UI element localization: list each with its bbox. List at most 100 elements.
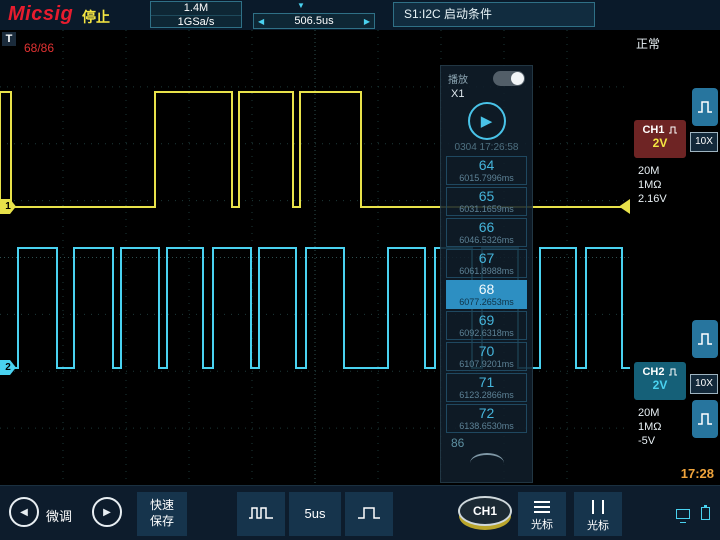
ch1-probe-button[interactable]: 10X <box>690 132 718 152</box>
ch2-pulse-button-bottom[interactable] <box>692 400 718 438</box>
pulse-icon <box>695 410 715 428</box>
play-icon: ▶ <box>481 113 493 130</box>
cursor-label: 光标 <box>518 516 566 532</box>
cursor-label: 光标 <box>574 517 622 533</box>
next-icon: ▶ <box>103 507 111 518</box>
segment-list-item[interactable]: 65 6031.1659ms <box>446 187 527 216</box>
ch1-impedance: 1MΩ <box>638 178 667 192</box>
wave-icon <box>668 126 678 134</box>
time-offset-value: 506.5us <box>294 15 333 27</box>
vertical-cursor-button[interactable]: 光标 <box>574 492 622 536</box>
top-bar: Micsig 停止 1.4M 1GSa/s ▼ ◀ 506.5us ▶ S1:I… <box>0 0 720 30</box>
trigger-position-icon[interactable]: ▼ <box>297 1 305 10</box>
next-button[interactable]: ▶ <box>92 497 122 527</box>
segment-number: 70 <box>447 344 526 359</box>
ch1-badge[interactable]: CH1 2V <box>634 120 686 158</box>
waveform-canvas <box>0 30 630 485</box>
ch1-bandwidth: 20M <box>638 164 667 178</box>
segment-time: 6015.7996ms <box>447 173 526 183</box>
segment-number: 68 <box>447 282 526 297</box>
collapse-handle-icon[interactable] <box>470 453 504 463</box>
segment-number: 71 <box>447 375 526 390</box>
segment-list-item[interactable]: 71 6123.2866ms <box>446 373 527 402</box>
battery-icon <box>701 507 710 520</box>
segment-number: 66 <box>447 220 526 235</box>
zoom-out-timebase-button[interactable] <box>237 492 285 536</box>
segment-list-item[interactable]: 69 6092.6318ms <box>446 311 527 340</box>
segment-list-item[interactable]: 70 6107.9201ms <box>446 342 527 371</box>
ch2-pulse-button-top[interactable] <box>692 320 718 358</box>
playback-speed[interactable]: X1 <box>441 88 532 100</box>
offset-right-icon[interactable]: ▶ <box>364 17 370 26</box>
ch2-scale: 2V <box>634 378 686 392</box>
bottom-toolbar: ◀ 微调 ▶ 快速 保存 5us CH1 光标 光标 <box>0 485 720 540</box>
segment-list-item[interactable]: 68 6077.2653ms <box>446 280 527 309</box>
double-pulse-icon <box>248 505 274 521</box>
segment-time: 6092.6318ms <box>447 328 526 338</box>
ch1-offset: 2.16V <box>638 192 667 206</box>
ch2-info: 20M 1MΩ -5V <box>638 406 662 448</box>
timebase-value[interactable]: 5us <box>289 492 341 536</box>
run-status[interactable]: 停止 <box>82 7 110 27</box>
segment-total: 86 <box>451 436 532 450</box>
segment-counter: 68/86 <box>24 41 54 55</box>
brand-logo: Micsig <box>8 3 73 26</box>
segment-time: 6123.2866ms <box>447 390 526 400</box>
zoom-in-timebase-button[interactable] <box>345 492 393 536</box>
time-offset-control[interactable]: ◀ 506.5us ▶ <box>253 13 375 29</box>
segment-time: 6138.6530ms <box>447 421 526 431</box>
offset-left-icon[interactable]: ◀ <box>258 17 264 26</box>
segment-number: 69 <box>447 313 526 328</box>
trigger-status-marker: T <box>2 32 16 46</box>
quick-save-button[interactable]: 快速 保存 <box>137 492 187 536</box>
oscilloscope-screen: Micsig 停止 1.4M 1GSa/s ▼ ◀ 506.5us ▶ S1:I… <box>0 0 720 540</box>
serial-trigger-label[interactable]: S1:I2C 启动条件 <box>393 2 595 27</box>
play-button[interactable]: ▶ <box>468 102 506 140</box>
ch1-scale: 2V <box>634 136 686 150</box>
ch2-probe-button[interactable]: 10X <box>690 374 718 394</box>
segment-number: 65 <box>447 189 526 204</box>
sample-rate: 1GSa/s <box>151 16 241 28</box>
vertical-cursor-icon <box>592 500 604 514</box>
segment-number: 67 <box>447 251 526 266</box>
segment-list-item[interactable]: 64 6015.7996ms <box>446 156 527 185</box>
active-channel-button[interactable]: CH1 <box>458 496 512 526</box>
acquisition-info[interactable]: 1.4M 1GSa/s <box>150 1 242 28</box>
prev-icon: ◀ <box>20 507 28 518</box>
segment-time: 6107.9201ms <box>447 359 526 369</box>
trigger-mode-status: 正常 <box>636 35 660 52</box>
fine-tune-label[interactable]: 微调 <box>46 506 72 525</box>
single-pulse-icon <box>356 505 382 521</box>
segment-time: 6077.2653ms <box>447 297 526 307</box>
display-icon[interactable] <box>676 509 690 519</box>
ch2-impedance: 1MΩ <box>638 420 662 434</box>
waveform-display[interactable]: T 68/86 1 2 播放 X1 ▶ 0304 17:26:58 64 601… <box>0 30 630 485</box>
segment-time: 6046.5326ms <box>447 235 526 245</box>
ch2-offset: -5V <box>638 434 662 448</box>
clock: 17:28 <box>681 466 714 481</box>
segment-number: 72 <box>447 406 526 421</box>
segment-list: 64 6015.7996ms 65 6031.1659ms 66 6046.53… <box>441 156 532 433</box>
ch2-badge[interactable]: CH2 2V <box>634 362 686 400</box>
ch2-name: CH2 <box>642 366 664 378</box>
playback-toggle[interactable] <box>493 71 525 86</box>
wave-icon <box>668 368 678 376</box>
segment-list-item[interactable]: 66 6046.5326ms <box>446 218 527 247</box>
memory-depth: 1.4M <box>151 2 241 16</box>
playback-panel: 播放 X1 ▶ 0304 17:26:58 64 6015.7996ms 65 … <box>440 65 533 483</box>
segment-number: 64 <box>447 158 526 173</box>
segment-time: 6031.1659ms <box>447 204 526 214</box>
segment-time: 6061.8988ms <box>447 266 526 276</box>
segment-list-item[interactable]: 72 6138.6530ms <box>446 404 527 433</box>
ch1-pulse-button[interactable] <box>692 88 718 126</box>
segment-list-item[interactable]: 67 6061.8988ms <box>446 249 527 278</box>
ch1-name: CH1 <box>642 124 664 136</box>
segment-timestamp: 0304 17:26:58 <box>441 142 532 153</box>
prev-button[interactable]: ◀ <box>9 497 39 527</box>
horizontal-cursor-button[interactable]: 光标 <box>518 492 566 536</box>
ch2-bandwidth: 20M <box>638 406 662 420</box>
toggle-knob-icon <box>511 72 524 85</box>
ch1-info: 20M 1MΩ 2.16V <box>638 164 667 206</box>
pulse-icon <box>695 98 715 116</box>
horizontal-cursor-icon <box>534 501 550 513</box>
